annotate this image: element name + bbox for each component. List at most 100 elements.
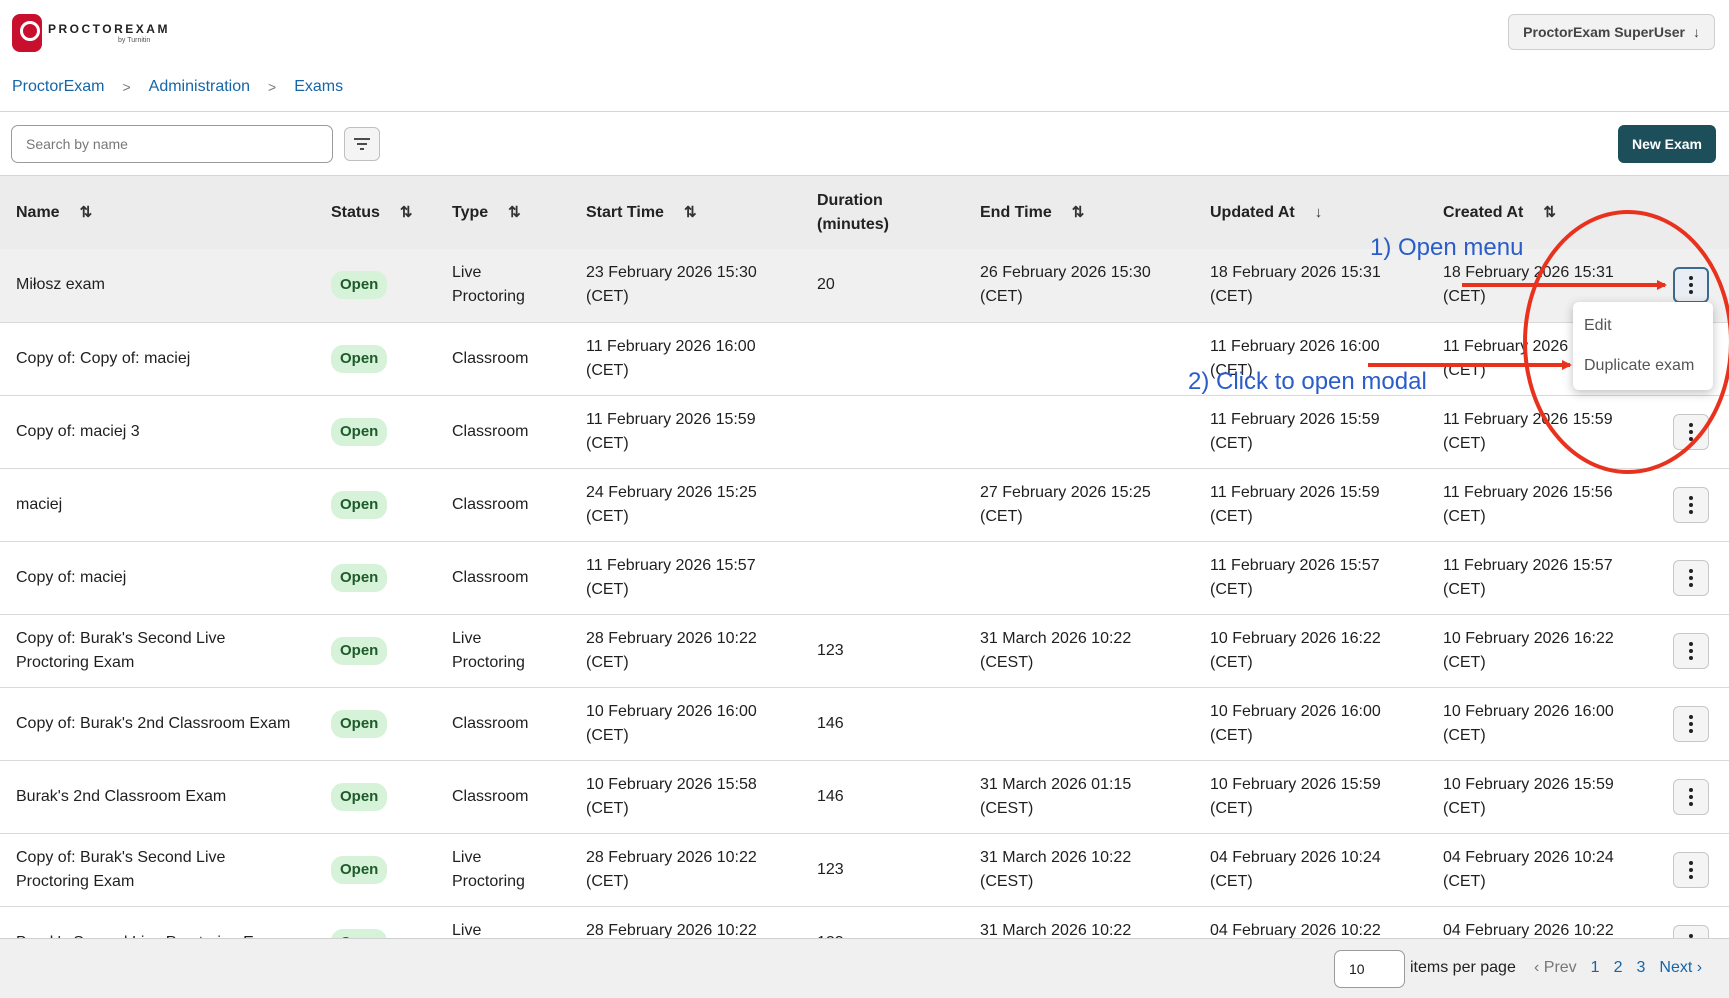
row-menu-button[interactable] bbox=[1673, 267, 1709, 304]
row-menu-button[interactable] bbox=[1673, 632, 1709, 669]
breadcrumb-proctorexam[interactable]: ProctorExam bbox=[12, 78, 104, 96]
user-menu-button[interactable]: ProctorExam SuperUser ↓ bbox=[1508, 14, 1715, 50]
sort-icon[interactable]: ⇅ bbox=[1072, 201, 1085, 225]
cell-end-time bbox=[964, 541, 1194, 614]
next-page-link[interactable]: Next › bbox=[1659, 959, 1702, 977]
prev-page-link[interactable]: ‹ Prev bbox=[1534, 959, 1577, 977]
cell-type: Classroom bbox=[452, 422, 529, 440]
table-row[interactable]: Copy of: maciej 3 Open Classroom 11 Februar… bbox=[0, 395, 1729, 468]
cell-updated-at: 11 February 2026 15:59 (CET) bbox=[1210, 410, 1380, 452]
cell-updated-at: 11 February 2026 15:59 (CET) bbox=[1210, 483, 1380, 525]
per-page-input[interactable]: 10 bbox=[1334, 950, 1405, 988]
table-body: Miłosz exam Open Live Proctoring 23 February… bbox=[0, 249, 1729, 938]
cell-created-at: 10 February 2026 16:22 (CET) bbox=[1443, 629, 1614, 671]
cell-status: Open bbox=[315, 468, 436, 541]
cell-end-time: 27 February 2026 15:25 (CET) bbox=[980, 483, 1151, 525]
col-duration-header: Duration (minutes) bbox=[817, 191, 889, 233]
cell-name: Copy of: Burak's Second Live Proctoring E… bbox=[16, 848, 226, 890]
table-row[interactable]: maciej Open Classroom 24 February 2026 15:2… bbox=[0, 468, 1729, 541]
cell-created-at: 11 February 2026 15:57 (CET) bbox=[1443, 556, 1613, 598]
more-vertical-icon bbox=[1689, 787, 1693, 806]
menu-item-duplicate-exam[interactable]: Duplicate exam bbox=[1573, 346, 1713, 386]
cell-actions bbox=[1649, 614, 1729, 687]
cell-type: Classroom bbox=[452, 714, 529, 732]
cell-name: Copy of: maciej bbox=[16, 568, 127, 586]
cell-type: LiveProctoring bbox=[452, 629, 525, 671]
cell-name: Burak's Second Live Proctoring Exam bbox=[0, 906, 315, 939]
row-menu-button[interactable] bbox=[1673, 413, 1709, 450]
cell-type: LiveProctoring bbox=[452, 264, 525, 306]
annotation-step-2: 2) Click to open modal bbox=[1188, 368, 1427, 395]
cell-duration: 123 bbox=[801, 906, 964, 939]
sort-icon[interactable]: ⇅ bbox=[1543, 201, 1556, 225]
table-row[interactable]: Copy of: Copy of: maciej Open Classroom 11 … bbox=[0, 322, 1729, 395]
cell-status: Open bbox=[315, 906, 436, 938]
cell-end-time bbox=[964, 687, 1194, 760]
status-badge: Open bbox=[331, 709, 388, 738]
status-badge: Open bbox=[331, 636, 388, 665]
page-link-3[interactable]: 3 bbox=[1636, 959, 1645, 977]
col-end-header[interactable]: End Time ⇅ bbox=[964, 176, 1194, 249]
col-status-header[interactable]: Status ⇅ bbox=[315, 176, 436, 249]
cell-duration bbox=[801, 322, 964, 395]
cell-name: Copy of: Burak's Second Live Proctoring E… bbox=[16, 629, 226, 671]
page-link-2[interactable]: 2 bbox=[1614, 959, 1623, 977]
search-input[interactable] bbox=[11, 125, 333, 163]
sort-desc-icon[interactable]: ↓ bbox=[1315, 201, 1323, 225]
sort-icon[interactable]: ⇅ bbox=[684, 201, 697, 225]
per-page-label: items per page bbox=[1410, 959, 1516, 976]
cell-created-at: 11 February 2026 15:56 (CET) bbox=[1443, 483, 1613, 525]
sort-icon[interactable]: ⇅ bbox=[80, 201, 93, 225]
filter-icon bbox=[354, 138, 370, 150]
new-exam-button[interactable]: New Exam bbox=[1617, 125, 1716, 163]
col-type-header[interactable]: Type ⇅ bbox=[436, 176, 570, 249]
sort-icon[interactable]: ⇅ bbox=[400, 201, 413, 225]
table-row[interactable]: Copy of: Burak's Second Live Proctoring E… bbox=[0, 614, 1729, 687]
table-row[interactable]: Copy of: Burak's 2nd Classroom Exam Open C… bbox=[0, 687, 1729, 760]
exams-table-container: Name ⇅ Status ⇅ Type ⇅ Start Time ⇅ Duration… bbox=[0, 175, 1729, 938]
cell-status: Open bbox=[315, 322, 436, 395]
col-name-header[interactable]: Name ⇅ bbox=[0, 176, 315, 249]
cell-name: Copy of: maciej 3 bbox=[16, 422, 140, 440]
row-menu-button[interactable] bbox=[1673, 705, 1709, 742]
cell-end-time: 31 March 2026 10:22(CEST) bbox=[980, 629, 1132, 671]
logo-sub: by Turnitin bbox=[118, 37, 151, 44]
more-vertical-icon bbox=[1689, 495, 1693, 514]
page-link-1[interactable]: 1 bbox=[1591, 959, 1600, 977]
cell-end-time: 31 March 2026 10:22(CEST) bbox=[980, 921, 1132, 939]
table-row[interactable]: Burak's Second Live Proctoring Exam Open L… bbox=[0, 906, 1729, 938]
cell-updated-at: 04 February 2026 10:24 (CET) bbox=[1210, 848, 1381, 890]
row-menu-button[interactable] bbox=[1673, 924, 1709, 938]
cell-start-time: 24 February 2026 15:25 (CET) bbox=[586, 483, 757, 525]
row-menu-button[interactable] bbox=[1673, 851, 1709, 888]
row-menu-button[interactable] bbox=[1673, 486, 1709, 523]
cell-type: Classroom bbox=[452, 349, 529, 367]
cell-type: LiveProctoring bbox=[452, 848, 525, 890]
cell-type: LiveProctoring bbox=[452, 921, 482, 939]
more-vertical-icon bbox=[1689, 641, 1693, 660]
arrow-down-icon: ↓ bbox=[1693, 24, 1700, 40]
more-vertical-icon bbox=[1689, 714, 1693, 733]
cell-start-time: 10 February 2026 16:00 (CET) bbox=[586, 702, 757, 744]
cell-created-at: 10 February 2026 15:59 (CET) bbox=[1443, 775, 1614, 817]
breadcrumb-administration[interactable]: Administration bbox=[149, 78, 250, 96]
table-row[interactable]: Burak's 2nd Classroom Exam Open Classroom 1… bbox=[0, 760, 1729, 833]
status-badge: Open bbox=[331, 563, 388, 592]
proctorexam-logo[interactable]: PROCTOREXAM by Turnitin bbox=[12, 14, 170, 52]
cell-start-time: 10 February 2026 15:58 (CET) bbox=[586, 775, 757, 817]
breadcrumb-exams[interactable]: Exams bbox=[294, 78, 343, 96]
cell-status: Open bbox=[315, 687, 436, 760]
row-menu-button[interactable] bbox=[1673, 559, 1709, 596]
table-row[interactable]: Copy of: Burak's Second Live Proctoring E… bbox=[0, 833, 1729, 906]
col-start-header[interactable]: Start Time ⇅ bbox=[570, 176, 801, 249]
row-menu-button[interactable] bbox=[1673, 778, 1709, 815]
sort-icon[interactable]: ⇅ bbox=[508, 201, 521, 225]
cell-updated-at: 10 February 2026 15:59 (CET) bbox=[1210, 775, 1381, 817]
cell-start-time: 11 February 2026 15:57 (CET) bbox=[586, 556, 756, 598]
pager: ‹ Prev 1 2 3 Next › bbox=[1534, 959, 1702, 977]
table-row[interactable]: Copy of: maciej Open Classroom 11 February … bbox=[0, 541, 1729, 614]
cell-name: Miłosz exam bbox=[16, 276, 105, 294]
chevron-right-icon: > bbox=[268, 79, 277, 95]
menu-item-edit[interactable]: Edit bbox=[1573, 306, 1713, 346]
filter-button[interactable] bbox=[344, 127, 380, 161]
